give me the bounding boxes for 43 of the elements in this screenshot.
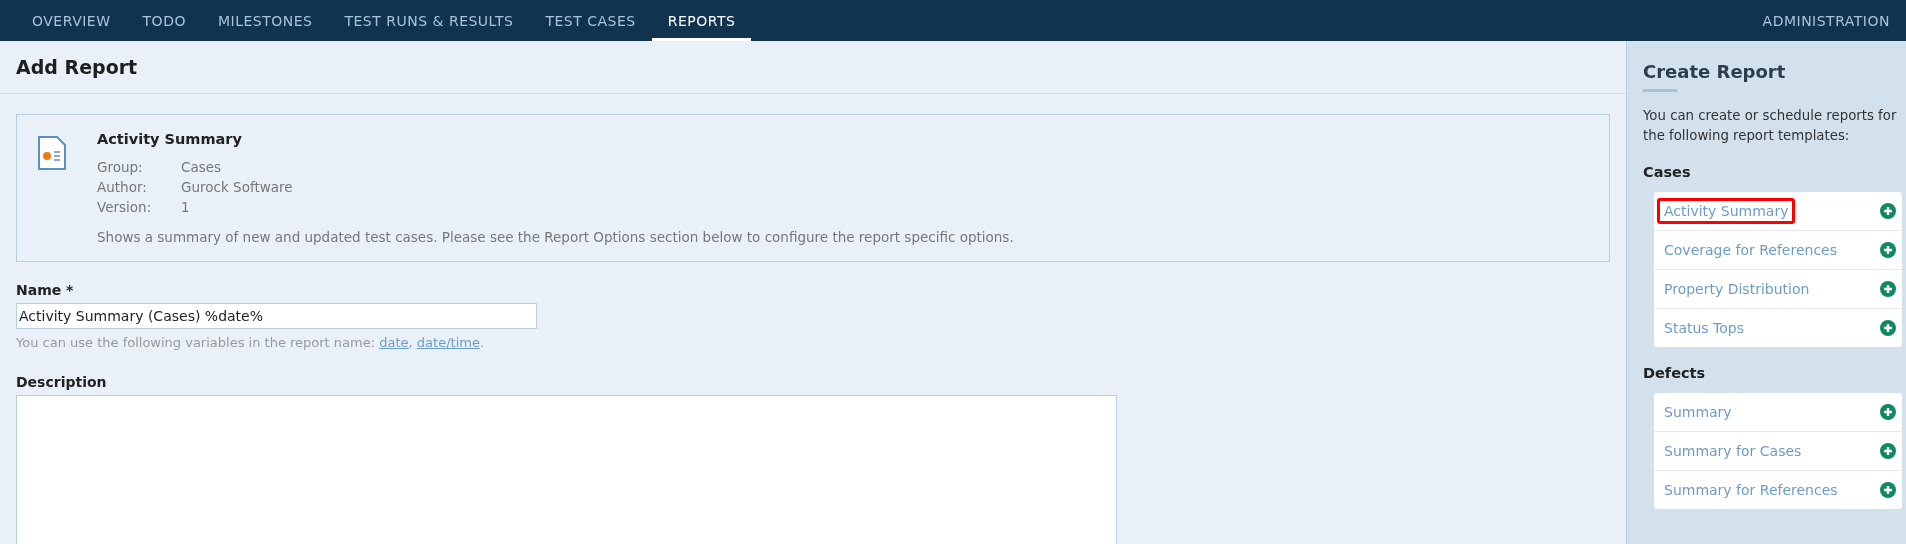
page-title: Add Report (16, 56, 138, 78)
template-link[interactable]: Status Tops (1657, 314, 1751, 341)
report-document-icon (37, 136, 67, 170)
nav-tab[interactable]: MILESTONES (201, 3, 329, 41)
add-icon[interactable] (1880, 481, 1896, 498)
group-title: Defects (1643, 364, 1707, 381)
field-label: Description (16, 374, 108, 390)
add-icon[interactable] (1880, 442, 1896, 459)
meta-label: Group: (97, 159, 144, 175)
variable-link[interactable]: date (379, 335, 409, 350)
meta-value: Gurock Software (181, 179, 294, 195)
meta-value: 1 (181, 199, 191, 215)
add-icon[interactable] (1880, 241, 1896, 258)
meta-label: Author: (97, 179, 148, 195)
variable-link[interactable]: date/time (416, 335, 480, 350)
nav-tab[interactable]: REPORTS (651, 3, 752, 41)
meta-label: Version: (97, 199, 153, 215)
hint-text: You can use the following variables in the report name: date, date/time. (16, 335, 486, 350)
template-link[interactable]: Property Distribution (1657, 275, 1817, 302)
group-title: Cases (1643, 163, 1692, 180)
template-link[interactable]: Summary for References (1657, 476, 1845, 503)
template-link[interactable]: Coverage for References (1657, 236, 1845, 263)
template-description: Shows a summary of new and updated test cases. Please see the Report Options section below to configure the report specific options. (97, 229, 1014, 245)
template-title: Activity Summary (97, 131, 243, 147)
add-icon[interactable] (1880, 280, 1896, 297)
add-icon[interactable] (1880, 202, 1896, 219)
nav-tab[interactable]: TEST CASES (529, 3, 652, 41)
name-input-field[interactable]: Activity Summary (Cases) %date% (16, 303, 537, 329)
nav-tab[interactable]: TODO (126, 3, 202, 41)
sidebar-title: Create Report (1643, 61, 1786, 82)
description-field[interactable] (16, 395, 1117, 544)
add-icon[interactable] (1880, 319, 1896, 336)
nav-tab[interactable]: OVERVIEW (16, 3, 127, 41)
field-label: Name * (16, 282, 75, 298)
meta-value: Cases (181, 159, 223, 175)
add-icon[interactable] (1880, 403, 1896, 420)
template-link[interactable]: Summary for Cases (1657, 437, 1809, 464)
template-link[interactable]: Activity Summary (1657, 197, 1796, 224)
administration-link[interactable]: ADMINISTRATION (1762, 0, 1890, 41)
sidebar-intro: You can create or schedule reports for the following report templates: (1643, 107, 1898, 145)
nav-tab[interactable]: TEST RUNS & RESULTS (328, 3, 530, 41)
template-link[interactable]: Summary (1657, 398, 1739, 425)
separator-text: , (408, 335, 413, 350)
